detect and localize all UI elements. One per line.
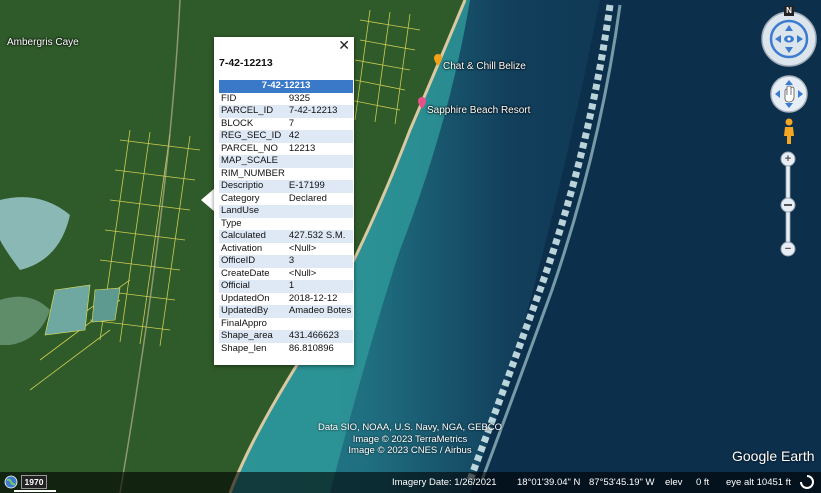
attribute-key: Descriptio bbox=[219, 180, 287, 193]
attribute-key: RIM_NUMBER bbox=[221, 167, 285, 179]
zoom-in-label[interactable]: + bbox=[780, 152, 796, 166]
attribute-key: UpdatedOn bbox=[221, 292, 270, 304]
poi-sapphire-beach[interactable] bbox=[417, 96, 427, 114]
attribute-table-header: 7-42-12213 bbox=[219, 80, 354, 93]
map-attribution: Data SIO, NOAA, U.S. Navy, NGA, GEBCO Im… bbox=[300, 422, 520, 457]
google-earth-logo: Google Earth bbox=[732, 448, 815, 464]
street-view-pegman-icon[interactable] bbox=[782, 118, 796, 144]
poi-marker-icon bbox=[418, 97, 426, 109]
attribute-row: Descriptio E-17199 bbox=[219, 180, 354, 193]
popup-pointer bbox=[201, 188, 215, 212]
historical-imagery-year[interactable]: 1970 bbox=[21, 475, 47, 489]
attribute-row: LandUse bbox=[219, 205, 354, 218]
attribute-value bbox=[287, 218, 353, 231]
attribute-row: MAP_SCALE bbox=[219, 155, 354, 168]
loading-spinner-icon bbox=[800, 475, 814, 492]
attribute-value: 431.466623 bbox=[286, 330, 354, 343]
attribute-key: LandUse bbox=[219, 205, 287, 218]
elevation-value: 0 ft bbox=[696, 477, 710, 488]
attribute-value bbox=[286, 205, 354, 218]
attribute-key: BLOCK bbox=[221, 117, 254, 129]
attribute-key: FinalAppro bbox=[221, 317, 267, 329]
attribute-value: 7 bbox=[288, 117, 295, 129]
attribute-row: UpdatedOn 2018-12-12 bbox=[219, 293, 353, 306]
attribution-line: Data SIO, NOAA, U.S. Navy, NGA, GEBCO bbox=[317, 422, 503, 433]
attribute-value bbox=[287, 318, 353, 331]
attribute-key: OfficeID bbox=[219, 255, 287, 268]
elevation-label: elev bbox=[665, 477, 683, 488]
attribute-row: BLOCK 7 bbox=[219, 118, 353, 131]
attribute-key: Type bbox=[221, 217, 242, 229]
attribution-line: Image © 2023 TerraMetrics bbox=[352, 433, 468, 445]
attribution-line: Image © 2023 CNES / Airbus bbox=[348, 445, 472, 456]
zoom-slider[interactable]: + − bbox=[780, 151, 796, 261]
attribute-row: Shape_len 86.810896 bbox=[219, 343, 353, 356]
attribute-row: REG_SEC_ID 42 bbox=[219, 130, 354, 143]
attribute-value bbox=[286, 155, 354, 168]
attribute-row: Category Declared bbox=[219, 193, 353, 206]
attribute-value bbox=[287, 168, 353, 181]
attribute-value: Amadeo Botes bbox=[286, 305, 354, 318]
attribute-value: 12213 bbox=[288, 142, 316, 154]
attribute-value: 9325 bbox=[288, 92, 311, 104]
attribute-key: PARCEL_ID bbox=[219, 105, 287, 118]
attribute-row: Shape_area 431.466623 bbox=[219, 330, 354, 343]
zoom-out-label[interactable]: − bbox=[780, 242, 796, 256]
attribute-row: UpdatedBy Amadeo Botes bbox=[219, 305, 354, 318]
longitude-readout: 87°53'45.19" W bbox=[589, 477, 655, 488]
attribute-value: 42 bbox=[286, 130, 354, 143]
attribute-value: 3 bbox=[286, 255, 354, 268]
attribute-key: Official bbox=[219, 280, 287, 293]
attribute-row: Activation <Null> bbox=[219, 243, 353, 256]
attribute-row: FinalAppro bbox=[219, 318, 353, 331]
attribute-key: REG_SEC_ID bbox=[219, 130, 287, 143]
popup-title: 7-42-12213 bbox=[219, 57, 273, 69]
attribute-row: CreateDate <Null> bbox=[219, 268, 353, 281]
attribute-value: <Null> bbox=[288, 267, 317, 279]
imagery-date: Imagery Date: 1/26/2021 bbox=[392, 477, 497, 488]
attribute-value: E-17199 bbox=[286, 180, 354, 193]
latitude-readout: 18°01'39.04" N bbox=[517, 477, 581, 488]
attribute-value: <Null> bbox=[288, 242, 317, 254]
attribute-key: Calculated bbox=[219, 230, 287, 243]
attribute-row: Type bbox=[219, 218, 353, 231]
attribute-value: Declared bbox=[288, 192, 327, 204]
status-bar: 1970 Imagery Date: 1/26/2021 18°01'39.04… bbox=[0, 472, 821, 493]
attribute-key: Shape_area bbox=[219, 330, 287, 343]
attribute-row: FID 9325 bbox=[219, 93, 353, 106]
attribute-key: UpdatedBy bbox=[219, 305, 287, 318]
poi-marker-icon bbox=[434, 54, 442, 66]
poi-label-sapphire-beach[interactable]: Sapphire Beach Resort bbox=[427, 105, 530, 116]
attribute-key: CreateDate bbox=[221, 267, 270, 279]
place-label-island: Ambergris Caye bbox=[7, 37, 79, 48]
parcel-info-popup: ✕ 7-42-12213 7-42-12213 FID 9325 PARCEL_ID… bbox=[214, 37, 354, 365]
attribute-value: 1 bbox=[286, 280, 354, 293]
attribute-key: MAP_SCALE bbox=[219, 155, 287, 168]
attribute-row: OfficeID 3 bbox=[219, 255, 354, 268]
attribute-row: PARCEL_NO 12213 bbox=[219, 143, 353, 156]
attribute-row: Calculated 427.532 S.M. bbox=[219, 230, 354, 243]
attribute-value: 7-42-12213 bbox=[286, 105, 354, 118]
attribute-row: RIM_NUMBER bbox=[219, 168, 353, 181]
close-icon[interactable]: ✕ bbox=[338, 38, 350, 52]
attribute-value: 2018-12-12 bbox=[288, 292, 338, 304]
attribute-table: 7-42-12213 FID 9325 PARCEL_ID 7-42-12213 BLO… bbox=[219, 80, 354, 356]
poi-label-chat-and-chill[interactable]: Chat & Chill Belize bbox=[443, 61, 526, 72]
compass-north-label: N bbox=[784, 6, 794, 16]
eye-altitude: eye alt 10451 ft bbox=[726, 477, 791, 488]
pan-control[interactable] bbox=[770, 75, 808, 113]
attribute-row: Official 1 bbox=[219, 280, 354, 293]
poi-chat-and-chill[interactable] bbox=[433, 53, 443, 71]
attribute-row: PARCEL_ID 7-42-12213 bbox=[219, 105, 354, 118]
attribute-key: FID bbox=[221, 92, 237, 104]
attribute-key: PARCEL_NO bbox=[221, 142, 278, 154]
historical-timeline-bar[interactable] bbox=[14, 490, 56, 492]
attribute-value: 427.532 S.M. bbox=[286, 230, 354, 243]
compass-control[interactable]: N bbox=[760, 6, 818, 68]
attribute-key: Category bbox=[221, 192, 260, 204]
attribute-key: Activation bbox=[221, 242, 263, 254]
attribute-key: Shape_len bbox=[221, 342, 267, 354]
attribute-value: 86.810896 bbox=[288, 342, 334, 354]
satellite-map[interactable] bbox=[0, 0, 821, 493]
